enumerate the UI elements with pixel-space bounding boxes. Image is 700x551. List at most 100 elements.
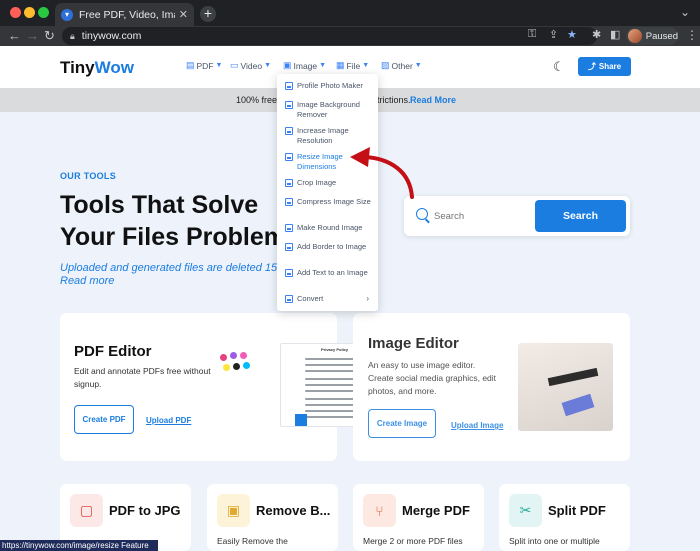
menu-item-add-text[interactable]: Add Text to an Image — [285, 268, 375, 278]
search-icon — [416, 208, 428, 220]
menu-item-label: Add Text to an Image — [297, 268, 368, 277]
color-swatch — [233, 363, 240, 370]
title-line-2: Your Files Problem — [60, 223, 280, 251]
banner-read-more-link[interactable]: Read More — [410, 95, 456, 105]
color-swatch — [240, 352, 247, 359]
window-zoom-button[interactable] — [38, 7, 49, 18]
tab-search-icon[interactable]: ⌄ — [680, 5, 690, 19]
extensions-puzzle-icon[interactable]: ✱ — [592, 28, 601, 41]
reload-icon[interactable]: ↻ — [44, 28, 55, 44]
upload-pdf-link[interactable]: Upload PDF — [146, 416, 191, 425]
menu-item-label: Convert — [297, 294, 324, 303]
window-minimize-button[interactable] — [24, 7, 35, 18]
status-feature-text: Feature — [121, 541, 149, 550]
menu-item-add-border[interactable]: Add Border to Image — [285, 242, 375, 252]
tinywow-favicon-icon: ▾ — [61, 8, 73, 21]
logo-wow: Wow — [94, 58, 134, 77]
web-page: TinyWow ▤ PDF ▼ ▭ Video ▼ ▣ Image ▼ ▦ Fi… — [0, 46, 700, 551]
nav-file[interactable]: ▦ File ▼ — [336, 60, 369, 71]
tool-card-remove-background[interactable]: ▣ Remove B... Easily Remove the — [207, 484, 338, 551]
banner-text-end: trictions. — [377, 95, 411, 105]
image-icon — [285, 82, 293, 90]
tool-title: PDF to JPG — [109, 503, 181, 518]
nav-pdf[interactable]: ▤ PDF ▼ — [186, 60, 222, 71]
site-logo[interactable]: TinyWow — [60, 58, 134, 78]
image-icon: ▣ — [283, 60, 292, 70]
pdf-editor-title: PDF Editor — [74, 343, 152, 360]
tool-desc: Split into one or multiple — [509, 536, 600, 546]
menu-item-label: Profile Photo Maker — [297, 81, 363, 90]
chevron-right-icon: › — [366, 294, 369, 303]
tab-title: Free PDF, Video, Image & Other — [79, 8, 175, 21]
file-icon: ▦ — [336, 60, 345, 70]
nav-video[interactable]: ▭ Video ▼ — [230, 60, 271, 71]
menu-item-label: Make Round Image — [297, 223, 363, 232]
menu-item-convert[interactable]: Convert › — [285, 294, 375, 304]
page-title: Tools That Solve Your Files Problem — [60, 189, 280, 253]
image-icon — [285, 101, 293, 109]
title-line-1: Tools That Solve — [60, 191, 259, 219]
chevron-down-icon: ▼ — [414, 62, 422, 69]
image-icon — [285, 179, 293, 187]
subtitle-line: Uploaded and generated files are deleted… — [60, 262, 278, 274]
image-icon — [285, 198, 293, 206]
url-text: tinywow.com — [81, 30, 142, 42]
bookmark-star-icon[interactable]: ★ — [567, 28, 577, 41]
upload-image-link[interactable]: Upload Image — [451, 421, 503, 430]
menu-item-profile-photo-maker[interactable]: Profile Photo Maker — [285, 81, 375, 91]
browser-menu-icon[interactable]: ⋮ — [686, 28, 698, 42]
create-pdf-button[interactable]: Create PDF — [74, 405, 134, 434]
window-close-button[interactable] — [10, 7, 21, 18]
search-bar: Search — [404, 196, 630, 236]
tool-card-merge-pdf[interactable]: ⑂ Merge PDF Merge 2 or more PDF files — [353, 484, 484, 551]
eyebrow-label: OUR TOOLS — [60, 171, 117, 181]
hero-subtitle: Uploaded and generated files are deleted… — [60, 262, 278, 288]
share-page-icon[interactable]: ⇪ — [549, 28, 558, 41]
create-image-button[interactable]: Create Image — [368, 409, 436, 438]
image-icon — [285, 243, 293, 251]
forward-arrow-icon[interactable]: → — [26, 28, 39, 43]
search-input[interactable] — [434, 206, 534, 226]
browser-tab-bar: ▾ Free PDF, Video, Image & Other ✕ + ⌄ — [0, 0, 700, 26]
share-button[interactable]: ⤴ Share — [578, 57, 631, 76]
tool-title: Merge PDF — [402, 503, 470, 518]
tab-close-icon[interactable]: ✕ — [179, 8, 188, 21]
doc-line — [305, 370, 360, 372]
browser-tab[interactable]: ▾ Free PDF, Video, Image & Other ✕ — [55, 3, 194, 26]
tool-card-split-pdf[interactable]: ✂ Split PDF Split into one or multiple — [499, 484, 630, 551]
nav-image[interactable]: ▣ Image ▼ — [283, 60, 326, 71]
browser-toolbar: ← → ↻ 🔒︎ tinywow.com ⚿ ⇪ ★ ✱ ◧ Paused ⋮ — [0, 26, 700, 46]
image-icon — [285, 153, 293, 161]
address-bar[interactable]: 🔒︎ tinywow.com — [62, 27, 597, 45]
menu-item-label: Image Background Remover — [297, 100, 360, 119]
nav-pdf-label: PDF — [196, 60, 214, 71]
side-panel-icon[interactable]: ◧ — [610, 28, 620, 41]
video-icon: ▭ — [230, 60, 239, 70]
profile-button[interactable]: Paused — [626, 27, 678, 45]
avatar — [628, 29, 642, 43]
menu-item-round-image[interactable]: Make Round Image — [285, 223, 375, 233]
key-icon[interactable]: ⚿ — [528, 28, 536, 41]
new-tab-button[interactable]: + — [200, 6, 216, 22]
search-button[interactable]: Search — [535, 200, 626, 232]
merge-icon: ⑂ — [363, 494, 396, 527]
status-url-text: https://tinywow.com/image/resize — [2, 541, 119, 550]
pdf-editor-card[interactable]: PDF Editor Edit and annotate PDFs free w… — [60, 313, 382, 461]
dark-mode-moon-icon[interactable]: ☾ — [553, 59, 565, 75]
nav-other[interactable]: ▧ Other ▼ — [381, 60, 422, 71]
menu-item-background-remover[interactable]: Image Background Remover — [285, 100, 375, 120]
nav-video-label: Video — [240, 60, 263, 71]
nav-image-label: Image — [293, 60, 318, 71]
annotation-arrow — [350, 147, 414, 199]
status-bar-url: https://tinywow.com/image/resize Feature — [0, 540, 158, 551]
image-editor-card[interactable]: Image Editor An easy to use image editor… — [353, 313, 630, 461]
read-more-link[interactable]: Read more — [60, 275, 278, 288]
tool-desc: Merge 2 or more PDF files — [363, 536, 463, 546]
other-icon: ▧ — [381, 60, 390, 70]
nav-file-label: File — [346, 60, 361, 71]
image-remove-icon: ▣ — [217, 494, 250, 527]
tool-desc: Easily Remove the — [217, 536, 288, 546]
nav-other-label: Other — [391, 60, 413, 71]
file-icon — [285, 295, 293, 303]
back-arrow-icon[interactable]: ← — [8, 28, 21, 43]
